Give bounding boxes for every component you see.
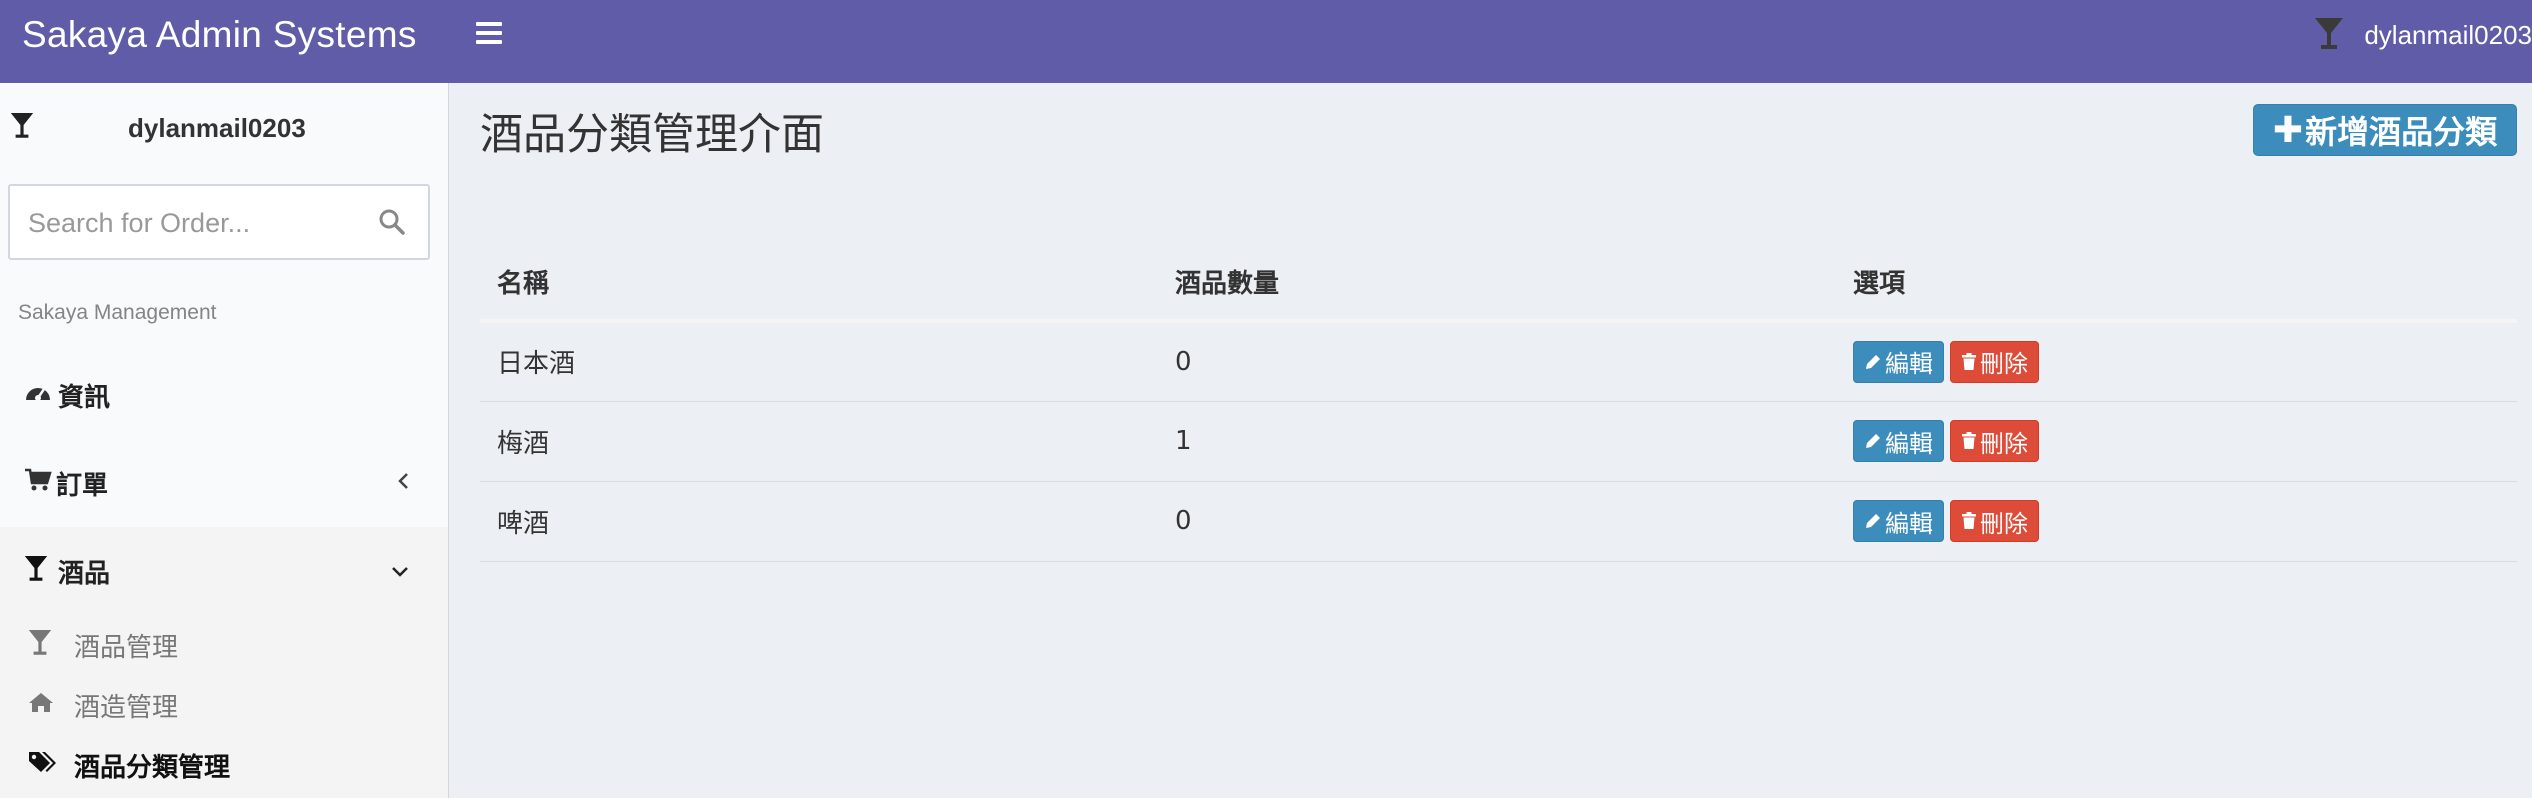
category-name: 啤酒 (480, 481, 1158, 562)
edit-label: 編輯 (1885, 350, 1933, 379)
category-name: 梅酒 (480, 401, 1158, 482)
glass-icon (28, 628, 52, 663)
edit-label: 編輯 (1885, 429, 1933, 458)
sidebar-item-info[interactable]: 資訊 (0, 351, 448, 439)
glass-icon (10, 111, 34, 143)
sidebar-subitem-sake-management[interactable]: 酒品管理 (0, 615, 448, 675)
category-count: 0 (1158, 481, 1836, 562)
delete-button[interactable]: 刪除 (1950, 500, 2039, 542)
row-actions: 編輯 刪除 (1836, 401, 2517, 482)
edit-button[interactable]: 編輯 (1853, 340, 1944, 383)
delete-label: 刪除 (1980, 509, 2028, 538)
category-name: 日本酒 (480, 321, 1158, 402)
pencil-icon (1866, 514, 1880, 528)
trash-icon (1962, 512, 1976, 529)
sidebar-item-label: 訂單 (56, 470, 109, 501)
home-icon (28, 690, 54, 720)
add-category-button[interactable]: ✚ 新增酒品分類 (2253, 104, 2517, 156)
dashboard-icon (24, 380, 52, 411)
user-name: dylanmail0203 (2364, 19, 2532, 50)
row-actions: 編輯 刪除 (1836, 321, 2517, 402)
delete-button[interactable]: 刪除 (1950, 340, 2039, 383)
pencil-icon (1866, 434, 1880, 448)
glass-icon (2314, 16, 2344, 54)
sidebar-subitem-category-management[interactable]: 酒品分類管理 (0, 735, 448, 795)
delete-button[interactable]: 刪除 (1950, 420, 2039, 462)
plus-icon: ✚ (2272, 109, 2304, 151)
table-row: 日本酒 0 編輯 刪除 (480, 321, 2517, 402)
brand-logo[interactable]: Sakaya Admin Systems (22, 0, 417, 70)
edit-button[interactable]: 編輯 (1853, 420, 1944, 462)
table-header-row: 名稱 酒品數量 選項 (480, 243, 2517, 323)
column-header-options: 選項 (1836, 243, 2517, 323)
user-menu[interactable]: dylanmail0203 (2314, 0, 2532, 70)
sidebar-subitem-label: 酒品分類管理 (74, 752, 231, 783)
edit-button[interactable]: 編輯 (1853, 500, 1944, 542)
tags-icon (28, 750, 58, 781)
search-icon[interactable] (378, 208, 406, 240)
search-input[interactable] (26, 186, 360, 260)
sidebar: dylanmail0203 Sakaya Management 資訊 訂單 酒品 (0, 83, 449, 798)
glass-icon (24, 554, 48, 589)
sidebar-item-sake[interactable]: 酒品 (0, 527, 448, 615)
trash-icon (1962, 432, 1976, 449)
category-table: 名稱 酒品數量 選項 日本酒 0 編輯 刪除 梅酒 1 編輯 刪除 啤酒 0 編… (480, 243, 2517, 562)
sidebar-subitem-label: 酒造管理 (74, 692, 179, 723)
sidebar-section-header: Sakaya Management (18, 301, 217, 324)
add-category-label: 新增酒品分類 (2305, 113, 2498, 151)
top-navbar: Sakaya Admin Systems dylanmail0203 (0, 0, 2532, 83)
table-row: 梅酒 1 編輯 刪除 (480, 401, 2517, 482)
page-title: 酒品分類管理介面 (480, 110, 824, 160)
category-count: 0 (1158, 321, 1836, 402)
chevron-left-icon (396, 468, 410, 498)
sidebar-user-name: dylanmail0203 (128, 113, 306, 143)
trash-icon (1962, 352, 1976, 370)
chevron-down-icon (390, 556, 410, 586)
delete-label: 刪除 (1980, 350, 2028, 379)
sidebar-item-label: 酒品 (58, 558, 111, 589)
column-header-name: 名稱 (480, 243, 1158, 323)
sidebar-item-orders[interactable]: 訂單 (0, 439, 448, 527)
delete-label: 刪除 (1980, 429, 2028, 458)
cart-icon (24, 468, 52, 499)
row-actions: 編輯 刪除 (1836, 481, 2517, 562)
sidebar-subitem-brewery-management[interactable]: 酒造管理 (0, 675, 448, 735)
sidebar-item-label: 資訊 (58, 382, 111, 413)
search-form (8, 184, 430, 260)
sidebar-toggle-icon[interactable] (476, 22, 502, 46)
edit-label: 編輯 (1885, 509, 1933, 538)
user-panel: dylanmail0203 (0, 83, 448, 173)
column-header-count: 酒品數量 (1158, 243, 1836, 323)
pencil-icon (1866, 354, 1880, 369)
sidebar-subitem-label: 酒品管理 (74, 632, 179, 663)
table-row: 啤酒 0 編輯 刪除 (480, 481, 2517, 562)
category-count: 1 (1158, 401, 1836, 482)
